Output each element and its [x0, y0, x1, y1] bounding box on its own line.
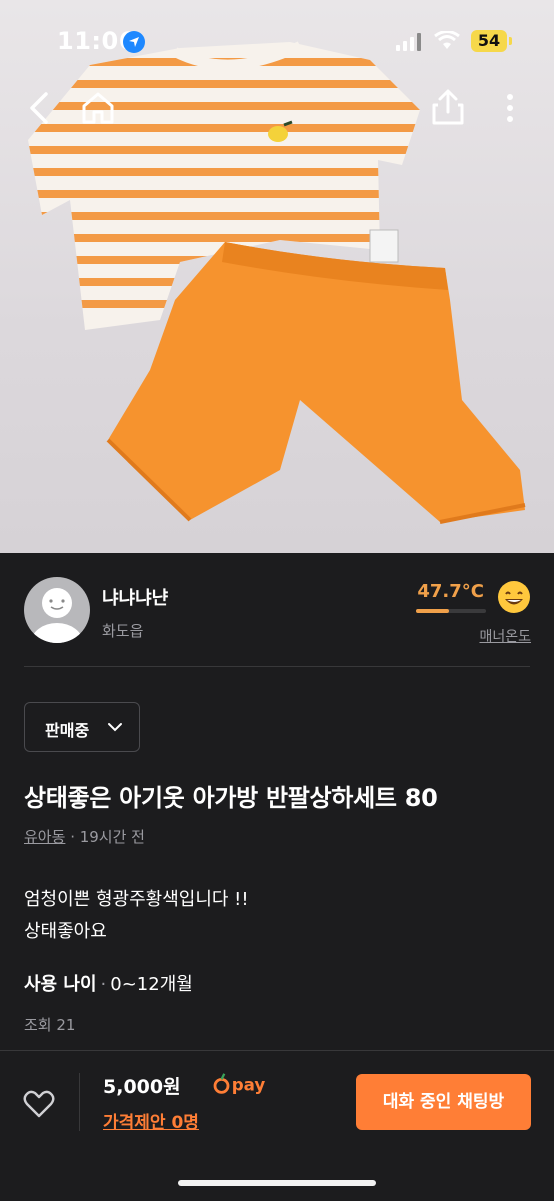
- product-title: 상태좋은 아기옷 아가방 반팔상하세트 80: [24, 784, 438, 812]
- share-icon[interactable]: [428, 88, 468, 128]
- battery-tip: [509, 37, 512, 45]
- usage-age-value: 0~12개월: [110, 974, 193, 995]
- product-photo[interactable]: [0, 0, 554, 553]
- location-arrow-icon: [123, 31, 145, 53]
- heart-icon[interactable]: [22, 1087, 56, 1121]
- product-description: 엄청이쁜 형광주황색입니다 !! 상태좋아요: [24, 884, 249, 948]
- grinning-face-icon: [498, 581, 530, 613]
- chevron-down-icon: [108, 723, 122, 732]
- usage-age-label: 사용 나이: [24, 974, 97, 995]
- bottom-divider: [79, 1073, 80, 1131]
- posted-time: · 19시간 전: [70, 828, 145, 846]
- status-bar: 11:06 54: [0, 0, 554, 80]
- pay-label: pay: [232, 1075, 266, 1095]
- sale-status-label: 판매중: [45, 721, 90, 740]
- product-meta: 유아동 · 19시간 전: [24, 826, 145, 847]
- seller-nickname[interactable]: 냐냐냐냔: [102, 584, 168, 610]
- chat-room-button[interactable]: 대화 중인 채팅방: [356, 1074, 531, 1130]
- manner-temperature: 47.7°C: [417, 581, 484, 602]
- battery-level: 54: [471, 30, 507, 52]
- home-indicator: [178, 1180, 376, 1186]
- manner-temperature-fill: [416, 609, 450, 613]
- usage-age: 사용 나이 · 0~12개월: [24, 970, 193, 996]
- home-icon[interactable]: [78, 88, 118, 128]
- wifi-icon: [434, 31, 460, 49]
- usage-age-separator: ·: [100, 974, 107, 995]
- seller-region: 화도읍: [102, 622, 144, 640]
- sale-status-dropdown[interactable]: 판매중: [24, 702, 140, 752]
- price: 5,000원: [103, 1076, 181, 1098]
- product-category-link[interactable]: 유아동: [24, 828, 65, 846]
- product-image: [28, 41, 526, 524]
- pay-logo-icon: pay: [213, 1073, 266, 1095]
- price-offer-link[interactable]: 가격제안 0명: [103, 1108, 199, 1133]
- more-vertical-icon[interactable]: [490, 88, 530, 128]
- section-divider: [24, 666, 530, 667]
- bottom-action-bar: 5,000원 pay 가격제안 0명 대화 중인 채팅방: [0, 1050, 554, 1201]
- cellular-signal-icon: [396, 33, 421, 51]
- manner-temperature-bar: [416, 609, 486, 613]
- description-line: 엄청이쁜 형광주황색입니다 !!: [24, 889, 249, 910]
- manner-temperature-link[interactable]: 매너온도: [479, 626, 531, 646]
- view-count: 조회 21: [24, 1016, 76, 1034]
- seller-avatar[interactable]: [24, 577, 90, 643]
- back-chevron-icon[interactable]: [20, 88, 60, 128]
- avatar-placeholder-icon: [31, 588, 83, 643]
- description-line: 상태좋아요: [24, 921, 107, 942]
